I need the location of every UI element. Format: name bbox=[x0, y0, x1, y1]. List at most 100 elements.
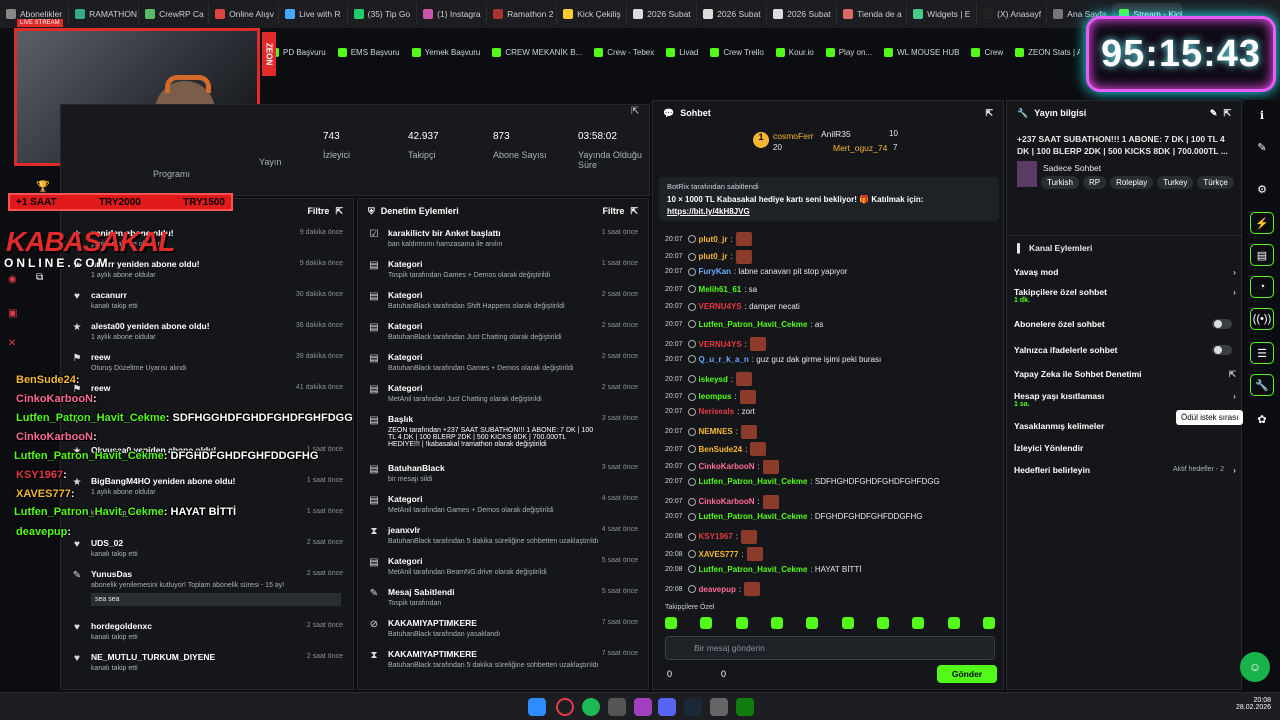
emote-icon[interactable] bbox=[700, 617, 713, 629]
chat-username[interactable]: Q_u_r_k_a_n bbox=[699, 355, 749, 364]
bolt-icon[interactable]: ⚡ bbox=[1250, 212, 1274, 234]
chat-message[interactable]: 20:07 BenSude24: bbox=[665, 442, 767, 456]
chat-message[interactable]: 20:07 iskeysd: bbox=[665, 372, 753, 386]
chat-message[interactable]: 20:07 Lutfen_Patron_Havit_Cekme: DFGHDFGH… bbox=[665, 512, 922, 521]
event-row[interactable]: ♥ NE_MUTLU_TURKUM_DIYENE kanalı takip etti… bbox=[61, 647, 353, 678]
chat-username[interactable]: VERNU4YS bbox=[699, 302, 742, 311]
mod-filter-button[interactable]: Filtre bbox=[602, 206, 624, 216]
pencil-icon[interactable]: ✎ bbox=[1250, 136, 1274, 158]
events-filter-button[interactable]: Filtre bbox=[307, 206, 329, 216]
toggle-switch[interactable] bbox=[1212, 345, 1232, 355]
browser-tab[interactable]: Widgets | E bbox=[907, 3, 978, 25]
chat-message[interactable]: 20:07 Neriseals: zort bbox=[665, 407, 755, 416]
bookmark[interactable]: EMS Başvuru bbox=[337, 47, 400, 57]
reward-icon[interactable]: ✿ bbox=[1250, 408, 1274, 430]
obs-icon[interactable] bbox=[608, 698, 626, 716]
bookmark[interactable]: Play on... bbox=[825, 47, 872, 57]
event-row[interactable]: ★ alesta00 yeniden abone oldu! 1 aylık abo… bbox=[61, 316, 353, 347]
chat-message[interactable]: 20:07 CinkoKarbooN: bbox=[665, 494, 779, 509]
channel-action[interactable]: Yavaş mod › bbox=[1014, 267, 1236, 277]
tag-chip[interactable]: Türkçe bbox=[1197, 176, 1234, 189]
edit-icon[interactable]: ✎ bbox=[1210, 108, 1218, 119]
browser-tab[interactable]: Kick Çekiliş bbox=[557, 3, 628, 25]
emote-icon[interactable] bbox=[735, 617, 748, 629]
emote-icon[interactable] bbox=[806, 617, 819, 629]
spotify-icon[interactable] bbox=[582, 698, 600, 716]
mod-row[interactable]: ☑ karakilictv bir Anket başlattı ban kaldı… bbox=[358, 223, 648, 254]
chat-message[interactable]: 20:07 VERNU4YS: damper necati bbox=[665, 302, 800, 311]
tools-icon[interactable]: 🔧 bbox=[1250, 374, 1274, 396]
tag-chip[interactable]: RP bbox=[1082, 176, 1107, 189]
chat-message[interactable]: 20:08 deavepup: bbox=[665, 582, 761, 596]
event-row[interactable]: ✎ YunusDas abonelik yenilemesini kutluyor!… bbox=[61, 564, 353, 616]
browser-tab[interactable]: Tienda de a bbox=[837, 3, 908, 25]
popout-icon[interactable]: ⇱ bbox=[335, 206, 343, 217]
chat-message[interactable]: 20:07 Q_u_r_k_a_n: guz guz dak girme işim… bbox=[665, 355, 881, 364]
chat-message[interactable]: 20:07 Melih61_61: sa bbox=[665, 285, 757, 294]
chat-username[interactable]: leompus bbox=[699, 392, 732, 401]
chat-message[interactable]: 20:08 KSY1967: bbox=[665, 529, 758, 544]
emote-icon[interactable] bbox=[912, 617, 925, 629]
emote-icon[interactable] bbox=[841, 617, 854, 629]
chat-username[interactable]: KSY1967 bbox=[699, 532, 733, 541]
event-row[interactable]: ♥ cacanurr kanalı takip etti 30 dakika önce bbox=[61, 285, 353, 316]
chat-message[interactable]: 20:07 FuryKan: labne canavarı pit stop ya… bbox=[665, 267, 847, 276]
support-chat-icon[interactable]: ☺ bbox=[1240, 652, 1270, 682]
browser-tab[interactable]: Online Alışv bbox=[209, 3, 280, 25]
bookmark[interactable]: Livad bbox=[666, 47, 698, 57]
mod-row[interactable]: ✎ Mesaj Sabitlendi Tospik tarafından 5 saat… bbox=[358, 582, 648, 613]
chat-message[interactable]: 20:08 XAVES777: bbox=[665, 547, 763, 561]
channel-action[interactable]: Hesap yaşı kısıtlaması 1 sa. › bbox=[1014, 391, 1236, 408]
bookmark[interactable]: Crew Trello bbox=[710, 47, 764, 57]
mod-row[interactable]: ▤ Kategori BatuhanBlack tarafından Games +… bbox=[358, 347, 648, 378]
bookmark[interactable]: PD Başvuru bbox=[270, 47, 326, 57]
browser-tab[interactable]: 2026 Subat bbox=[697, 3, 768, 25]
mod-row[interactable]: ▤ Başlık ZEON tarafından +237 SAAT SUBATHO… bbox=[358, 409, 648, 458]
channel-action[interactable]: İzleyici Yönlendir bbox=[1014, 443, 1236, 453]
chat-username[interactable]: XAVES777 bbox=[699, 550, 739, 559]
emote-icon[interactable] bbox=[982, 617, 995, 629]
chat-username[interactable]: Neriseals bbox=[699, 407, 735, 416]
event-row[interactable]: ★ BigBangM4HO yeniden abone oldu! 1 aylık … bbox=[61, 471, 353, 502]
browser-tab[interactable]: Live with R bbox=[279, 3, 348, 25]
mod-row[interactable]: ▤ Kategori Tospik tarafından Games + Demos… bbox=[358, 254, 648, 285]
settings-icon[interactable]: ⚙ bbox=[1250, 178, 1274, 200]
discord-icon[interactable] bbox=[658, 698, 676, 716]
channel-action[interactable]: Yalnızca ifadelerle sohbet bbox=[1014, 345, 1236, 355]
bookmark[interactable]: Crew - Tebex bbox=[594, 47, 654, 57]
chat-username[interactable]: Lutfen_Patron_Havit_Cekme bbox=[699, 477, 808, 486]
event-row[interactable]: ⚑ reew 41 dakika önce bbox=[61, 378, 353, 409]
chat-message[interactable]: 20:08 Lutfen_Patron_Havit_Cekme: HAYAT Bİ… bbox=[665, 565, 861, 574]
start-icon[interactable] bbox=[528, 698, 546, 716]
event-row[interactable]: ♥ UDS_02 kanalı takip etti 2 saat önce bbox=[61, 533, 353, 564]
bookmark[interactable]: Yemek Başvuru bbox=[411, 47, 480, 57]
chat-message[interactable]: 20:07 Lutfen_Patron_Havit_Cekme: as bbox=[665, 320, 823, 329]
mod-row[interactable]: ⊘ KAKAMIYAPTIMKERE BatuhanBlack tarafından… bbox=[358, 613, 648, 644]
opera-icon[interactable] bbox=[556, 698, 574, 716]
expand-stats-icon[interactable]: ⇱ bbox=[631, 106, 639, 117]
channel-action[interactable]: Yapay Zeka ile Sohbet Denetimi ⇱ bbox=[1014, 369, 1236, 379]
tag-chip[interactable]: Turkish bbox=[1041, 176, 1079, 189]
mod-row[interactable]: ▤ Kategori MetAnil tarafından BeamNG.drive… bbox=[358, 551, 648, 582]
bookmark[interactable]: CREW MEKANİK B... bbox=[492, 47, 582, 57]
pinned-link[interactable]: https://bit.ly/4kH8JVG bbox=[667, 207, 991, 216]
queue-icon[interactable]: ☰ bbox=[1250, 342, 1274, 364]
event-row[interactable]: ♥ hordegoldenxc kanalı takip etti 2 saat ön… bbox=[61, 616, 353, 647]
chat-input[interactable]: Bir mesaj gönderin bbox=[665, 636, 995, 660]
event-row[interactable]: ⚑ reew Oturuş Düzeltme Uyarısı alındı 39 da… bbox=[61, 347, 353, 378]
chat-message[interactable]: 20:07 Lutfen_Patron_Havit_Cekme: SDFHGHDF… bbox=[665, 477, 940, 486]
chat-username[interactable]: CinkoKarbooN bbox=[699, 462, 755, 471]
browser-tab[interactable]: 2026 Subat bbox=[627, 3, 698, 25]
chat-username[interactable]: Lutfen_Patron_Havit_Cekme bbox=[699, 565, 808, 574]
emote-icon[interactable] bbox=[947, 617, 960, 629]
chat-username[interactable]: CinkoKarbooN bbox=[699, 497, 755, 506]
tag-chip[interactable]: Roleplay bbox=[1110, 176, 1154, 189]
chat-message[interactable]: 20:07 plut0_jr: bbox=[665, 232, 752, 246]
toggle-switch[interactable] bbox=[1212, 319, 1232, 329]
chat-message[interactable]: 20:07 NEMNES: bbox=[665, 424, 757, 439]
emote-icon[interactable] bbox=[665, 617, 677, 629]
steam-icon[interactable] bbox=[684, 698, 702, 716]
notes-icon[interactable]: ▤ bbox=[1250, 244, 1274, 266]
mod-row[interactable]: ⧗ KAKAMIYAPTIMKERE BatuhanBlack tarafından… bbox=[358, 644, 648, 675]
bookmark[interactable]: Crew bbox=[971, 47, 1003, 57]
